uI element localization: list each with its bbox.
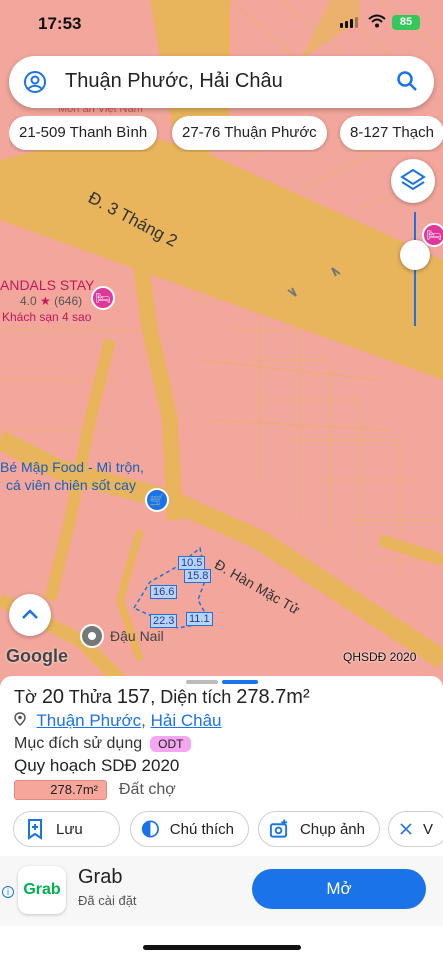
ward-link[interactable]: Thuận Phước [36, 711, 141, 730]
open-app-button[interactable]: Mở [252, 869, 426, 909]
search-icon[interactable] [396, 70, 418, 92]
plan-area-type: Đất chợ [119, 781, 176, 798]
district-link[interactable]: Hải Châu [151, 711, 222, 730]
contrast-icon [141, 820, 159, 838]
wifi-icon [368, 14, 386, 28]
plot-edge-label: 15.8 [184, 569, 212, 583]
battery-icon: 85 [392, 15, 420, 30]
plan-heading: Quy hoạch SDĐ 2020 [14, 756, 180, 775]
land-purpose: Mục đích sử dụng ODT [14, 735, 192, 753]
chip-suggestion[interactable]: 27-76 Thuận Phước [172, 116, 327, 150]
ad-app-status: Đã cài đặt [78, 893, 137, 908]
hotel-type: Khách sạn 4 sao [2, 310, 92, 324]
bookmark-add-icon [28, 819, 42, 840]
home-indicator[interactable] [143, 945, 301, 950]
chip-suggestion[interactable]: 8-127 Thạch [340, 116, 443, 150]
tools-icon [400, 823, 412, 835]
google-logo: Google [6, 646, 68, 666]
account-icon[interactable] [23, 70, 47, 94]
action-buttons: Lưu Chú thích Chụp ảnh V [13, 811, 443, 847]
star-icon: ★ [40, 294, 51, 308]
parcel-info-sheet[interactable]: Tờ 20 Thửa 157, Diện tích 278.7m² Thuận … [0, 676, 443, 960]
save-button[interactable]: Lưu [13, 811, 120, 847]
plot-edge-label: 11.1 [186, 612, 213, 626]
food-label-line2[interactable]: cá viên chiên sốt cay [6, 477, 136, 493]
tools-button[interactable]: V [388, 811, 443, 847]
sheet-handle[interactable] [186, 680, 218, 684]
legend-button[interactable]: Chú thích [130, 811, 249, 847]
sheet-handle-active [222, 680, 258, 684]
place-pin-icon[interactable] [80, 624, 104, 648]
plot-edge-label: 10.5 [178, 556, 206, 570]
signal-icon [340, 17, 358, 28]
add-photo-icon [269, 819, 288, 838]
food-label-line1[interactable]: Bé Mập Food - Mì trộn, [0, 459, 144, 475]
plan-area-row: 278.7m² Đất chợ [14, 780, 176, 800]
expand-button[interactable] [9, 594, 51, 636]
ad-app-name: Grab [78, 866, 123, 888]
hotel-pin-icon[interactable]: 🛏 [91, 286, 115, 310]
plan-area-value: 278.7m² [14, 780, 107, 800]
search-query[interactable]: Thuận Phước, Hải Châu [65, 70, 283, 93]
hotel-rating: 4.0 ★ (646) [20, 294, 83, 308]
purpose-badge: ODT [150, 735, 192, 752]
hotel-name[interactable]: ANDALS STAY [0, 277, 94, 293]
location-pin-icon [14, 712, 26, 726]
status-bar: 17:53 85 [0, 0, 443, 46]
shopping-pin-icon[interactable]: 🛒 [145, 488, 169, 512]
zoom-slider-handle[interactable] [400, 240, 430, 270]
parcel-title: Tờ 20 Thửa 157, Diện tích 278.7m² [14, 686, 310, 708]
chevron-up-icon [22, 609, 38, 619]
plot-edge-label: 22.3 [150, 614, 178, 628]
plot-edge-label: 16.6 [150, 585, 178, 599]
suggestion-chips: 21-509 Thanh Bình 27-76 Thuận Phước 8-12… [9, 116, 443, 152]
search-bar[interactable]: Thuận Phước, Hải Châu [9, 56, 434, 108]
nail-label[interactable]: Đậu Nail [110, 628, 164, 644]
screenshot-button[interactable]: Chụp ảnh [258, 811, 380, 847]
layers-icon [400, 168, 426, 191]
ad-info-icon[interactable]: i [2, 886, 14, 898]
grab-logo: Grab [18, 866, 66, 914]
status-time: 17:53 [38, 14, 82, 33]
layers-button[interactable] [391, 159, 435, 203]
chip-suggestion[interactable]: 21-509 Thanh Bình [9, 116, 158, 150]
parcel-location: Thuận Phước, Hải Châu [14, 711, 222, 731]
map-watermark: QHSDĐ 2020 [343, 650, 417, 664]
grab-ad-banner[interactable]: i Grab Grab Đã cài đặt Mở [0, 856, 443, 926]
